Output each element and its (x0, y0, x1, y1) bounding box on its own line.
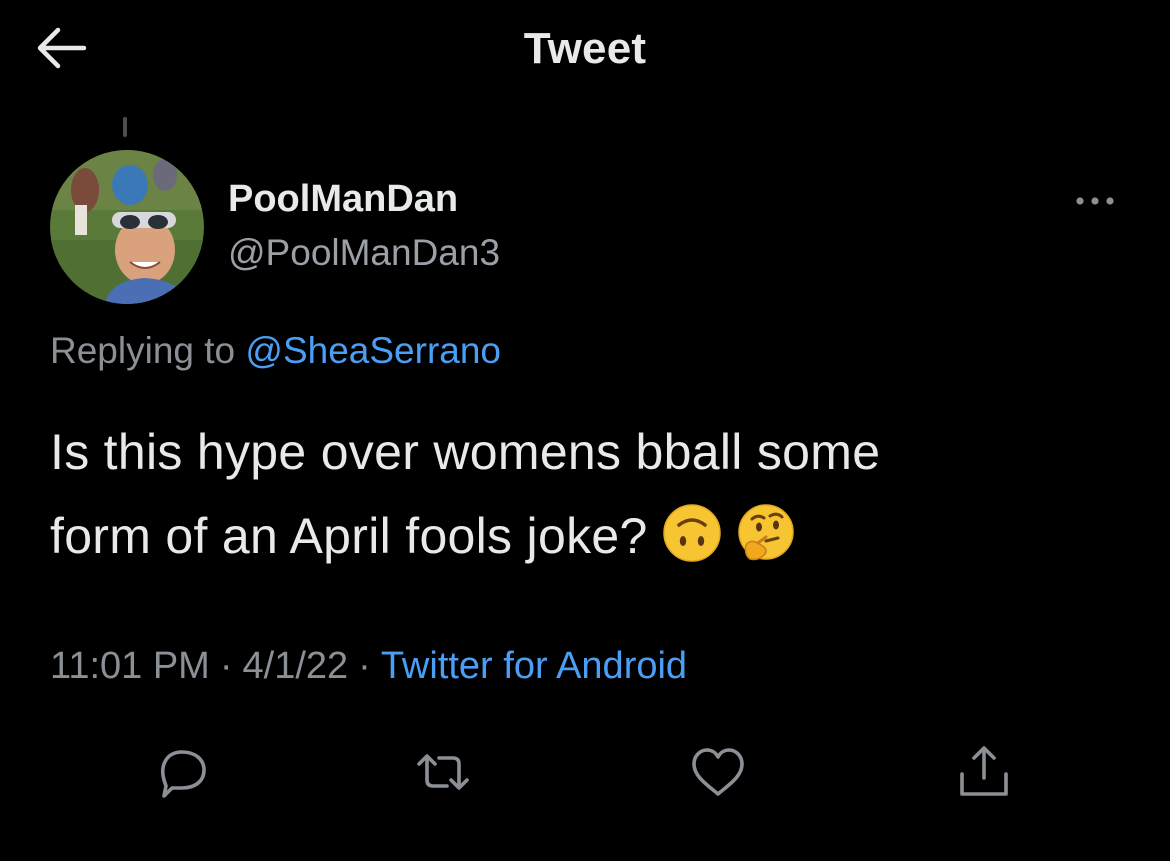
author-handle[interactable]: @PoolManDan3 (228, 232, 500, 274)
tweet-text-line-2: form of an April fools joke? (50, 508, 648, 564)
tweet-date: 4/1/22 (242, 645, 349, 687)
tweet-text-line-1: Is this hype over womens bball some (50, 424, 881, 480)
top-bar: Tweet (0, 0, 1170, 100)
reply-icon (150, 740, 214, 804)
more-options-button[interactable] (1068, 186, 1122, 216)
like-button[interactable] (686, 740, 750, 804)
replying-to-mention-link[interactable]: @SheaSerrano (245, 330, 501, 371)
author-display-name[interactable]: PoolManDan (228, 178, 458, 221)
more-horizontal-icon (1068, 186, 1122, 216)
reply-button[interactable] (150, 740, 214, 804)
thinking-face-emoji-icon (736, 503, 796, 563)
tweet-time: 11:01 PM (50, 645, 210, 687)
thread-connector-line (123, 117, 127, 137)
meta-separator: · (358, 645, 371, 687)
avatar[interactable] (50, 150, 204, 304)
share-button[interactable] (952, 740, 1016, 804)
replying-to-line: Replying to @SheaSerrano (50, 330, 501, 372)
retweet-button[interactable] (411, 740, 475, 804)
tweet-text-line-2-wrap: form of an April fools joke? (50, 494, 1130, 578)
retweet-icon (411, 740, 475, 804)
meta-separator: · (219, 645, 233, 687)
tweet-source-link[interactable]: Twitter for Android (381, 645, 687, 687)
tweet-meta: 11:01 PM · 4/1/22 · Twitter for Android (50, 645, 687, 688)
tweet-body: Is this hype over womens bball some form… (50, 410, 1130, 578)
heart-icon (686, 740, 750, 804)
share-icon (952, 740, 1016, 804)
upside-down-face-emoji-icon (662, 503, 722, 563)
replying-to-label: Replying to (50, 330, 236, 371)
page-title: Tweet (523, 24, 647, 73)
